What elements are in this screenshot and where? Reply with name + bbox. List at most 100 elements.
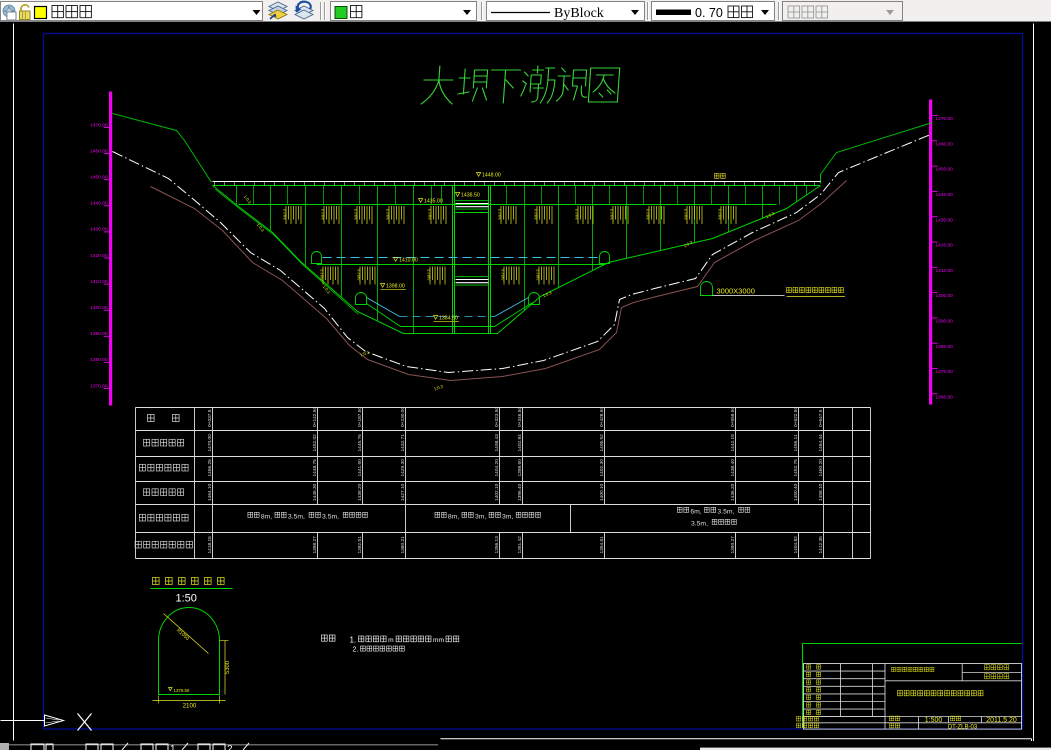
- svg-text:1440.00: 1440.00: [936, 192, 954, 198]
- svg-text:3000X3000: 3000X3000: [717, 287, 755, 296]
- svg-text:0+142.50: 0+142.50: [312, 407, 318, 427]
- svg-text:3@2.5: 3@2.5: [427, 269, 431, 280]
- svg-text:1429.30: 1429.30: [400, 459, 406, 477]
- svg-text:3@2.5: 3@2.5: [718, 209, 722, 220]
- svg-text:1450.40: 1450.40: [793, 483, 799, 501]
- svg-text:1351.42: 1351.42: [517, 536, 523, 554]
- svg-text:8m,: 8m,: [261, 514, 272, 521]
- svg-text:1442.19: 1442.19: [730, 434, 736, 452]
- svg-text:3@2.5: 3@2.5: [428, 209, 432, 220]
- svg-text:1448.00: 1448.00: [482, 173, 501, 179]
- svg-text:1370.00: 1370.00: [936, 369, 954, 375]
- svg-text:1404.20: 1404.20: [494, 459, 500, 477]
- svg-text:1420.00: 1420.00: [936, 243, 954, 249]
- svg-text:1464.10: 1464.10: [207, 483, 213, 501]
- svg-text:1400.00: 1400.00: [90, 305, 108, 311]
- svg-text:1402.84: 1402.84: [517, 434, 523, 452]
- svg-text:3@2.5: 3@2.5: [321, 209, 325, 220]
- svg-text:0. 70: 0. 70: [695, 6, 723, 20]
- svg-text:1460.00: 1460.00: [936, 141, 954, 147]
- svg-text:0+187.50: 0+187.50: [357, 407, 363, 427]
- svg-text:1464.44: 1464.44: [818, 434, 824, 452]
- svg-text:1432.71: 1432.71: [400, 434, 406, 452]
- svg-text:3@2.5: 3@2.5: [386, 209, 390, 220]
- svg-text:1:500: 1:500: [925, 717, 943, 724]
- svg-text:1438.50: 1438.50: [461, 193, 480, 199]
- svg-text:1402.30: 1402.30: [599, 459, 605, 477]
- svg-text:1450.00: 1450.00: [90, 175, 108, 181]
- svg-text:1404.82: 1404.82: [793, 536, 799, 554]
- svg-text:1384.50: 1384.50: [439, 316, 458, 322]
- svg-text:1406.52: 1406.52: [599, 434, 605, 452]
- svg-text:0+559.50: 0+559.50: [730, 407, 736, 427]
- svg-text:0+346.50: 0+346.50: [517, 407, 523, 427]
- svg-text:1380.00: 1380.00: [936, 344, 954, 350]
- svg-text:1398.00: 1398.00: [386, 284, 405, 290]
- svg-text:1392.51: 1392.51: [357, 536, 363, 554]
- svg-text:1408.43: 1408.43: [494, 434, 500, 452]
- svg-text:3@2.5: 3@2.5: [498, 209, 502, 220]
- svg-text:1:50: 1:50: [176, 593, 197, 605]
- svg-text:1446.30: 1446.30: [312, 483, 318, 501]
- svg-text:0+428.50: 0+428.50: [599, 407, 605, 427]
- svg-text:1430.00: 1430.00: [90, 227, 108, 233]
- svg-text:1390.27: 1390.27: [730, 536, 736, 554]
- svg-text:3@2.5: 3@2.5: [534, 209, 538, 220]
- svg-text:1410.00: 1410.00: [936, 268, 954, 274]
- svg-text:1390.00: 1390.00: [90, 331, 108, 337]
- svg-text:1436.20: 1436.20: [730, 483, 736, 501]
- svg-text:1441.50: 1441.50: [357, 459, 363, 477]
- svg-text:6m,: 6m,: [690, 509, 701, 516]
- svg-text:1450.00: 1450.00: [936, 167, 954, 173]
- svg-text:1445.76: 1445.76: [357, 434, 363, 452]
- svg-text:1460.00: 1460.00: [90, 148, 108, 154]
- svg-text:1400.10: 1400.10: [599, 483, 605, 501]
- svg-text:1410.00: 1410.00: [399, 258, 418, 264]
- svg-text:3@2.5: 3@2.5: [684, 209, 688, 220]
- svg-text:1470.00: 1470.00: [90, 122, 108, 128]
- svg-text:3@2.5: 3@2.5: [501, 269, 505, 280]
- svg-text:2011.5.20: 2011.5.20: [986, 717, 1017, 724]
- svg-text:1452.02: 1452.02: [312, 434, 318, 452]
- svg-text:0+647.5: 0+647.5: [818, 409, 824, 427]
- svg-text:1360.00: 1360.00: [936, 394, 954, 400]
- svg-text:1418.15: 1418.15: [207, 536, 213, 554]
- svg-text:2100: 2100: [183, 703, 197, 710]
- svg-text:1.: 1.: [350, 636, 357, 645]
- svg-text:3@2.5: 3@2.5: [354, 209, 358, 220]
- svg-text:3@2.5: 3@2.5: [357, 269, 361, 280]
- svg-text:1452.75: 1452.75: [793, 459, 799, 477]
- svg-text:1379.50: 1379.50: [174, 688, 190, 693]
- svg-text:3m,: 3m,: [502, 514, 513, 521]
- svg-text:3.5m,: 3.5m,: [717, 509, 734, 516]
- svg-text:1380.21: 1380.21: [400, 536, 406, 554]
- svg-text:1435.00: 1435.00: [424, 199, 443, 205]
- svg-text:mm: mm: [433, 637, 444, 644]
- svg-text:1410.00: 1410.00: [90, 279, 108, 285]
- svg-text:3@2.5: 3@2.5: [610, 209, 614, 220]
- svg-text:1430.00: 1430.00: [936, 217, 954, 223]
- svg-text:8m,: 8m,: [448, 514, 459, 521]
- svg-text:1398.27: 1398.27: [312, 536, 318, 554]
- svg-text:1470.00: 1470.00: [936, 116, 954, 122]
- svg-text:3m,: 3m,: [475, 514, 486, 521]
- svg-text:0+037.5: 0+037.5: [207, 409, 213, 427]
- svg-text:1390.00: 1390.00: [936, 319, 954, 325]
- svg-text:1380.00: 1380.00: [90, 357, 108, 363]
- svg-text:3.5m,: 3.5m,: [288, 514, 305, 521]
- svg-text:1470.00: 1470.00: [207, 434, 213, 452]
- svg-text:1400.00: 1400.00: [936, 293, 954, 299]
- svg-text:1440.00: 1440.00: [90, 201, 108, 207]
- svg-text:1438.40: 1438.40: [730, 459, 736, 477]
- svg-text:ByBlock: ByBlock: [554, 6, 604, 21]
- svg-text:1354.61: 1354.61: [599, 536, 605, 554]
- svg-text:1448.75: 1448.75: [312, 459, 318, 477]
- svg-text:3.5m,: 3.5m,: [322, 514, 339, 521]
- svg-text:5300: 5300: [225, 661, 231, 674]
- svg-text:1398.60: 1398.60: [517, 459, 523, 477]
- svg-text:1412.35: 1412.35: [818, 536, 824, 554]
- svg-text:3@2.5: 3@2.5: [320, 269, 324, 280]
- svg-text:1458.10: 1458.10: [818, 483, 824, 501]
- svg-text:2: 2: [227, 744, 233, 750]
- svg-text:1427.10: 1427.10: [400, 483, 406, 501]
